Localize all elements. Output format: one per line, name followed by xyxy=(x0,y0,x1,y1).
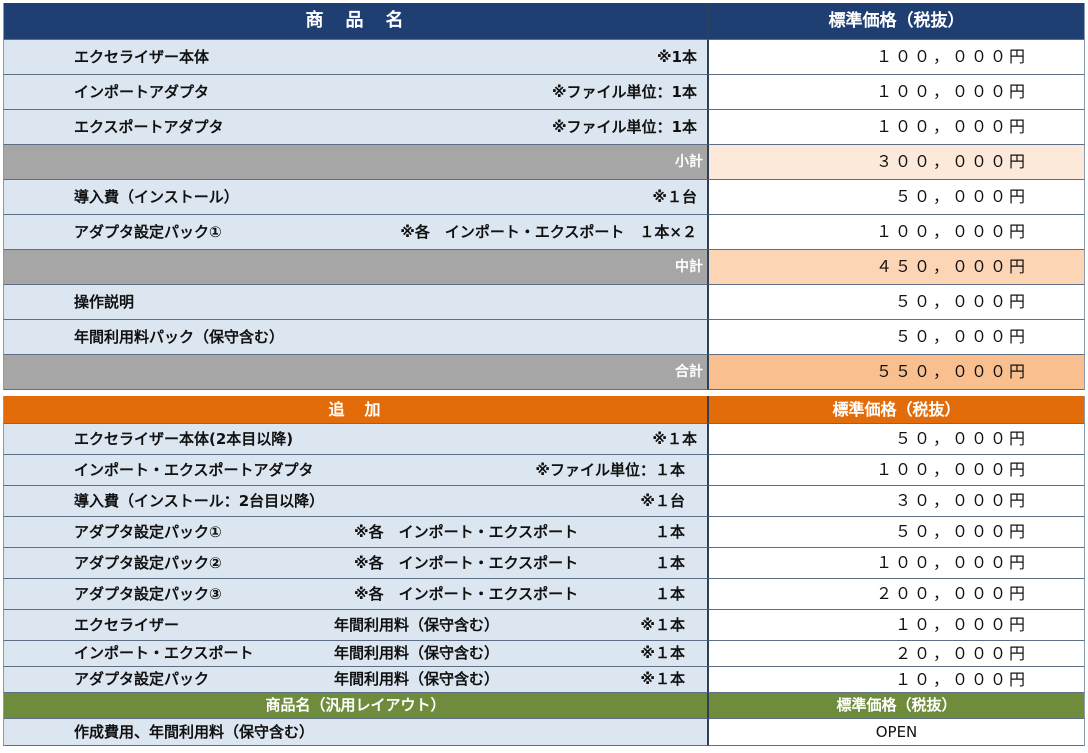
table-row: 作成費用、年間利用料（保守含む） OPEN xyxy=(3,719,1085,746)
item-detail: 年間利用料（保守含む） xyxy=(334,670,500,688)
item-detail: 年間利用料（保守含む） xyxy=(334,616,500,634)
table-row: アダプタ設定パック③ ※各 インポート・エクスポート １本 ２００，０００円 xyxy=(3,579,1085,610)
item-price: １００，０００円 xyxy=(875,117,1028,136)
item-note: ※ファイル単位：1本 xyxy=(551,118,697,136)
table-row: エクセライザー本体 ※1本 １００，０００円 xyxy=(3,40,1085,75)
item-note: ※ファイル単位：1本 xyxy=(551,83,697,101)
item-name: 作成費用、年間利用料（保守含む） xyxy=(74,723,315,741)
item-name: 導入費（インストール） xyxy=(74,188,239,206)
item-name: エクセライザー xyxy=(74,616,180,634)
item-price: ５０，０００円 xyxy=(894,327,1028,346)
table-row: 導入費（インストール） ※１台 ５０，０００円 xyxy=(3,180,1085,215)
item-price: ５０，０００円 xyxy=(894,522,1028,541)
table-row: インポートアダプタ ※ファイル単位：1本 １００，０００円 xyxy=(3,75,1085,110)
item-price: １００，０００円 xyxy=(875,47,1028,66)
table-row: インポート・エクスポート 年間利用料（保守含む） ※１本 ２０，０００円 xyxy=(3,641,1085,667)
middle-total-label: 中計 xyxy=(675,259,703,275)
item-price: ５０，０００円 xyxy=(894,292,1028,311)
header-additional-name: 追 加 xyxy=(3,396,707,424)
item-note: １本 xyxy=(654,523,685,541)
item-note: ※１本 xyxy=(640,644,685,662)
middle-total-row: 中計 ４５０，０００円 xyxy=(3,250,1085,285)
table-row: アダプタ設定パック 年間利用料（保守含む） ※１本 １０，０００円 xyxy=(3,667,1085,693)
header-main-row: 商 品 名 標準価格（税抜） xyxy=(3,3,1085,40)
subtotal-label: 小計 xyxy=(675,154,703,170)
item-price: １００，０００円 xyxy=(875,460,1028,479)
grand-total-label: 合計 xyxy=(675,364,703,380)
table-row: エクセライザー 年間利用料（保守含む） ※１本 １０，０００円 xyxy=(3,610,1085,641)
item-name: 操作説明 xyxy=(74,293,135,311)
table-row: インポート・エクスポートアダプタ ※ファイル単位：１本 １００，０００円 xyxy=(3,455,1085,486)
header-additional-row: 追 加 標準価格（税抜） xyxy=(3,396,1085,424)
subtotal-row: 小計 ３００，０００円 xyxy=(3,145,1085,180)
item-note: １本 xyxy=(654,554,685,572)
header-standard-price: 標準価格（税抜） xyxy=(707,3,1085,40)
table-row: アダプタ設定パック① ※各 インポート・エクスポート １本×２ １００，０００円 xyxy=(3,215,1085,250)
item-note: ※１台 xyxy=(652,188,697,206)
item-name: インポート・エクスポート xyxy=(74,644,254,662)
item-price: ３０，０００円 xyxy=(894,491,1028,510)
table-row: エクスポートアダプタ ※ファイル単位：1本 １００，０００円 xyxy=(3,110,1085,145)
item-detail: ※各 インポート・エクスポート xyxy=(354,554,579,572)
table-row: 年間利用料パック（保守含む） ５０，０００円 xyxy=(3,320,1085,355)
middle-total-price: ４５０，０００円 xyxy=(875,257,1028,276)
item-detail: 年間利用料（保守含む） xyxy=(334,644,500,662)
item-price: ５０，０００円 xyxy=(894,429,1028,448)
item-note: ※１本 xyxy=(640,670,685,688)
item-name: エクセライザー本体 xyxy=(74,48,210,66)
item-name: アダプタ設定パック② xyxy=(74,554,222,572)
item-name: アダプタ設定パック③ xyxy=(74,585,222,603)
header-product-name: 商 品 名 xyxy=(3,3,707,40)
item-price: １０，０００円 xyxy=(894,670,1028,689)
item-price: １００，０００円 xyxy=(875,553,1028,572)
item-price: １００，０００円 xyxy=(875,82,1028,101)
item-note: ※1本 xyxy=(656,48,697,66)
item-name: 年間利用料パック（保守含む） xyxy=(74,328,285,346)
item-note: ※１台 xyxy=(640,492,685,510)
item-price: ２００，０００円 xyxy=(875,584,1028,603)
item-name: インポートアダプタ xyxy=(74,83,210,101)
subtotal-price: ３００，０００円 xyxy=(875,152,1028,171)
item-name: エクスポートアダプタ xyxy=(74,118,224,136)
table-row: エクセライザー本体(2本目以降) ※１本 ５０，０００円 xyxy=(3,424,1085,455)
item-name: インポート・エクスポートアダプタ xyxy=(74,461,314,479)
item-price: ５０，０００円 xyxy=(894,187,1028,206)
table-row: 導入費（インストール：2台目以降） ※１台 ３０，０００円 xyxy=(3,486,1085,517)
item-price: １０，０００円 xyxy=(894,615,1028,634)
price-table: 商 品 名 標準価格（税抜） エクセライザー本体 ※1本 １００，０００円 イン… xyxy=(3,3,1085,746)
item-price: OPEN xyxy=(875,723,918,741)
table-row: アダプタ設定パック② ※各 インポート・エクスポート １本 １００，０００円 xyxy=(3,548,1085,579)
item-name: アダプタ設定パック xyxy=(74,670,210,688)
item-name: アダプタ設定パック① xyxy=(74,223,222,241)
item-note: ※各 インポート・エクスポート １本×２ xyxy=(400,223,697,241)
item-name: エクセライザー本体(2本目以降) xyxy=(74,430,294,448)
item-note: ※ファイル単位：１本 xyxy=(535,461,685,479)
item-detail: ※各 インポート・エクスポート xyxy=(354,585,579,603)
grand-total-row: 合計 ５５０，０００円 xyxy=(3,355,1085,390)
table-row: 操作説明 ５０，０００円 xyxy=(3,285,1085,320)
item-detail: ※各 インポート・エクスポート xyxy=(354,523,579,541)
item-note: １本 xyxy=(654,585,685,603)
header-generic-price: 標準価格（税抜） xyxy=(707,693,1085,719)
item-name: 導入費（インストール：2台目以降） xyxy=(74,492,325,510)
table-row: アダプタ設定パック① ※各 インポート・エクスポート １本 ５０，０００円 xyxy=(3,517,1085,548)
header-generic-row: 商品名（汎用レイアウト） 標準価格（税抜） xyxy=(3,693,1085,719)
item-note: ※１本 xyxy=(640,616,685,634)
item-note: ※１本 xyxy=(652,430,697,448)
item-name: アダプタ設定パック① xyxy=(74,523,222,541)
header-additional-price: 標準価格（税抜） xyxy=(707,396,1085,424)
grand-total-price: ５５０，０００円 xyxy=(875,362,1028,381)
item-price: ２０，０００円 xyxy=(894,644,1028,663)
header-generic-name: 商品名（汎用レイアウト） xyxy=(3,693,707,719)
item-price: １００，０００円 xyxy=(875,222,1028,241)
